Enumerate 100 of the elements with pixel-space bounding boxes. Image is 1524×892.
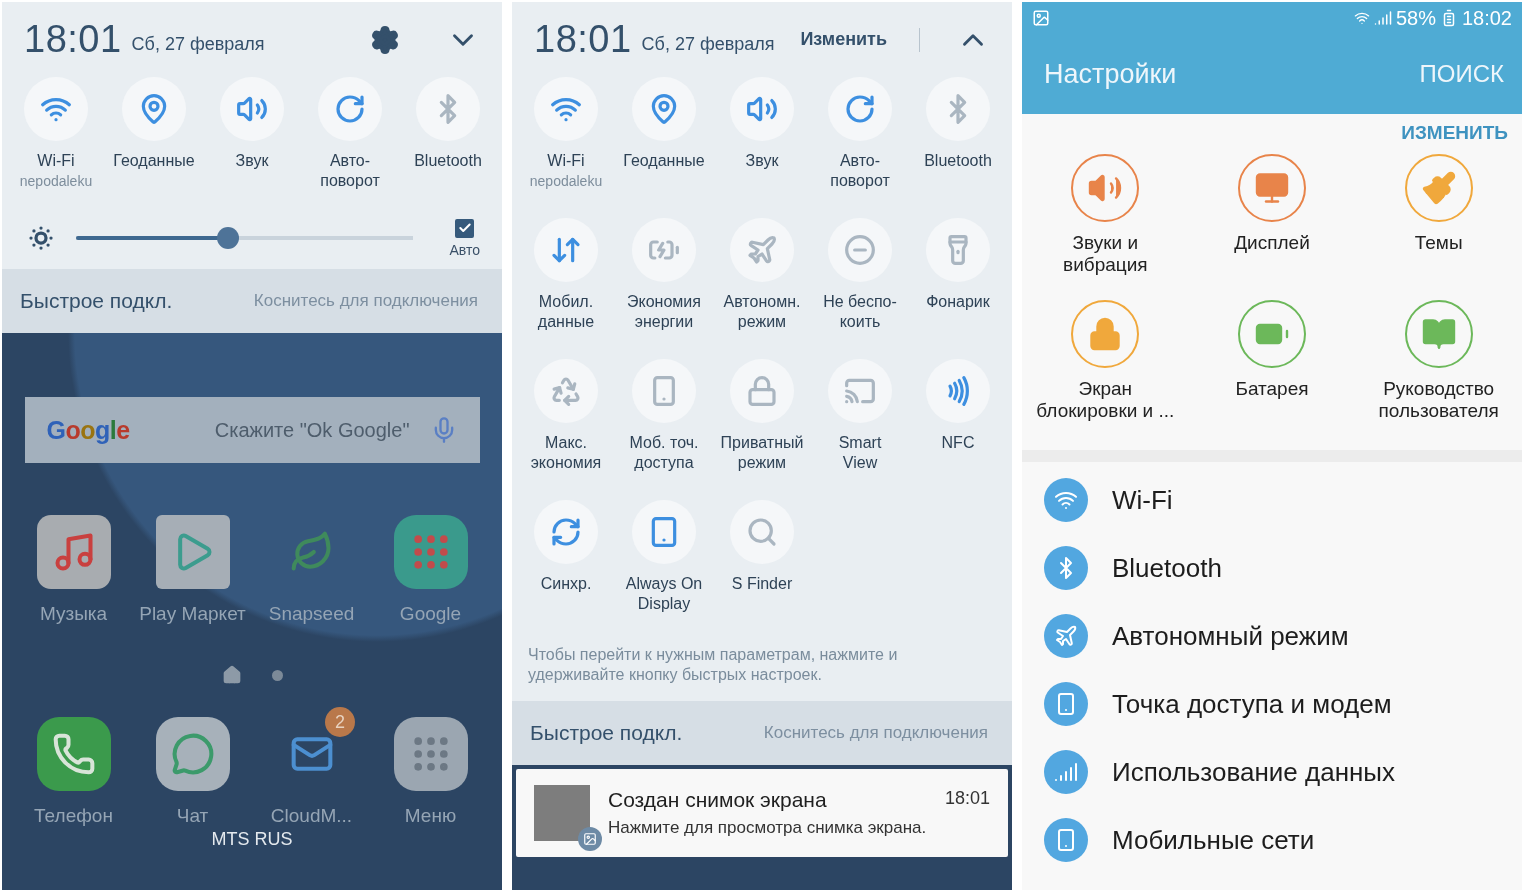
quick-connect-bar[interactable]: Быстрое подкл. Коснитесь для подключения [512, 701, 1012, 765]
settings-shortcut[interactable]: Экран блокировки и ... [1022, 300, 1189, 440]
toggle-label: Макс. экономия [530, 433, 602, 473]
rotate-icon [844, 93, 876, 125]
clock-time: 18:01 [24, 18, 122, 61]
minus-circle-icon [844, 234, 876, 266]
toggle-label: Bluetooth [924, 151, 992, 171]
app-label: Google [399, 603, 462, 625]
date-text: Сб, 27 февраля [131, 34, 266, 55]
settings-item[interactable]: Bluetooth [1022, 534, 1522, 602]
toggle-label: Wi-Fi [37, 151, 75, 171]
settings-shortcut[interactable]: Звуки и вибрация [1022, 154, 1189, 294]
shortcut-label: Батарея [1235, 378, 1309, 400]
paintbrush-icon [1420, 170, 1457, 206]
toggle-label: Синхр. [540, 574, 592, 594]
app-shortcut[interactable]: Телефон [14, 707, 133, 827]
network-name: nepodaleku [19, 172, 93, 191]
toggle-label: Wi-Fi [547, 151, 585, 171]
settings-item[interactable]: Автономный режим [1022, 602, 1522, 670]
settings-item[interactable]: Точка доступа и модем [1022, 670, 1522, 738]
check-icon [457, 221, 472, 235]
carrier-name: MTS RUS [211, 829, 293, 850]
app-shortcut[interactable]: Чат [133, 707, 252, 827]
toggle-label: S Finder [731, 574, 793, 594]
bluetooth-icon [1044, 546, 1088, 590]
phone-icon [1044, 682, 1088, 726]
quick-connect-title: Быстрое подкл. [530, 721, 683, 745]
airplane-icon [746, 234, 778, 266]
quick-connect-title: Быстрое подкл. [20, 289, 173, 313]
settings-button[interactable] [370, 24, 400, 55]
recycle-icon [550, 375, 582, 407]
toggle-label: Авто- поворот [830, 151, 890, 191]
app-label: Snapseed [268, 603, 355, 625]
toggle-label: Приватный режим [720, 433, 804, 473]
settings-item[interactable]: Мобильные сети [1022, 806, 1522, 874]
search-icon [746, 516, 778, 548]
app-shortcut[interactable]: Play Маркет [133, 515, 252, 625]
toggle-label: Звук [235, 151, 269, 171]
shortcut-label: Темы [1414, 232, 1463, 254]
signal-icon [1373, 9, 1392, 27]
toggle-label: Автономн. режим [723, 292, 801, 332]
settings-item-label: Wi-Fi [1112, 484, 1173, 516]
chat-icon [170, 732, 215, 776]
app-label: Чат [176, 805, 209, 827]
toggle-label: Геоданные [623, 151, 705, 171]
slider-thumb[interactable] [216, 227, 239, 249]
settings-shortcut[interactable]: Темы [1355, 154, 1522, 294]
settings-shortcut[interactable]: Руководство пользователя [1355, 300, 1522, 440]
wifi-icon [1353, 10, 1370, 26]
toggle-label: Звук [745, 151, 779, 171]
notification-time: 18:01 [944, 788, 990, 810]
settings-shortcut[interactable]: Батарея [1188, 300, 1356, 440]
google-logo: Google [46, 415, 130, 445]
toggle-label: Авто- поворот [320, 151, 380, 191]
toggle-label: Геоданные [113, 151, 195, 171]
toggle-label: Экономия энергии [627, 292, 701, 332]
toggle-label: Always On Display [625, 574, 703, 614]
shortcut-label: Руководство пользователя [1378, 378, 1499, 422]
wifi-icon [1044, 478, 1088, 522]
app-shortcut[interactable]: Музыка [14, 515, 133, 625]
app-shortcut[interactable]: 2 CloudM... [252, 707, 371, 827]
display-icon [1254, 170, 1290, 206]
home-page-icon[interactable] [221, 665, 242, 685]
quick-connect-hint: Коснитесь для подключения [253, 291, 478, 311]
app-shortcut[interactable]: Меню [371, 707, 490, 827]
edit-button[interactable]: Изменить [792, 25, 895, 54]
network-name: nepodaleku [529, 172, 603, 191]
clock-time: 18:01 [534, 18, 632, 61]
notification-card[interactable]: Создан снимок экрана 18:01 Нажмите для просмотра снимка экрана. [516, 769, 1008, 857]
shortcut-label: Экран блокировки и ... [1036, 378, 1175, 422]
app-label: Телефон [34, 805, 113, 827]
settings-item[interactable]: Использование данных [1022, 738, 1522, 806]
settings-shortcut[interactable]: Дисплей [1188, 154, 1356, 294]
auto-label: Авто [449, 241, 480, 258]
image-icon [1032, 9, 1050, 27]
phone-icon [1044, 818, 1088, 862]
settings-item-label: Автономный режим [1112, 620, 1349, 652]
app-label: Меню [404, 805, 457, 827]
quick-connect-bar[interactable]: Быстрое подкл. Коснитесь для подключения [2, 269, 502, 333]
airplane-icon [1044, 614, 1088, 658]
notification-badge: 2 [325, 707, 355, 737]
settings-item-label: Bluetooth [1112, 552, 1222, 584]
settings-item-label: Мобильные сети [1112, 824, 1315, 856]
settings-item-label: Использование данных [1112, 756, 1396, 788]
search-placeholder: Скажите "Ok Google" [213, 418, 410, 442]
app-label: Музыка [39, 603, 108, 625]
date-text: Сб, 27 февраля [641, 34, 776, 55]
phone-icon [51, 732, 96, 776]
toggle-label: Bluetooth [414, 151, 482, 171]
page-dot[interactable] [271, 669, 283, 681]
app-label: Play Маркет [139, 603, 246, 625]
shortcut-label: Дисплей [1234, 232, 1310, 254]
toggle-label: Мобил. данные [537, 292, 595, 332]
shortcut-label: Звуки и вибрация [1063, 232, 1148, 276]
notification-title: Создан снимок экрана [608, 788, 827, 812]
battery-percent: 58% [1395, 6, 1436, 30]
image-icon [578, 827, 602, 851]
settings-item[interactable]: Wi-Fi [1022, 466, 1522, 534]
rotate-icon [334, 93, 366, 125]
auto-checkbox[interactable] [455, 218, 475, 238]
